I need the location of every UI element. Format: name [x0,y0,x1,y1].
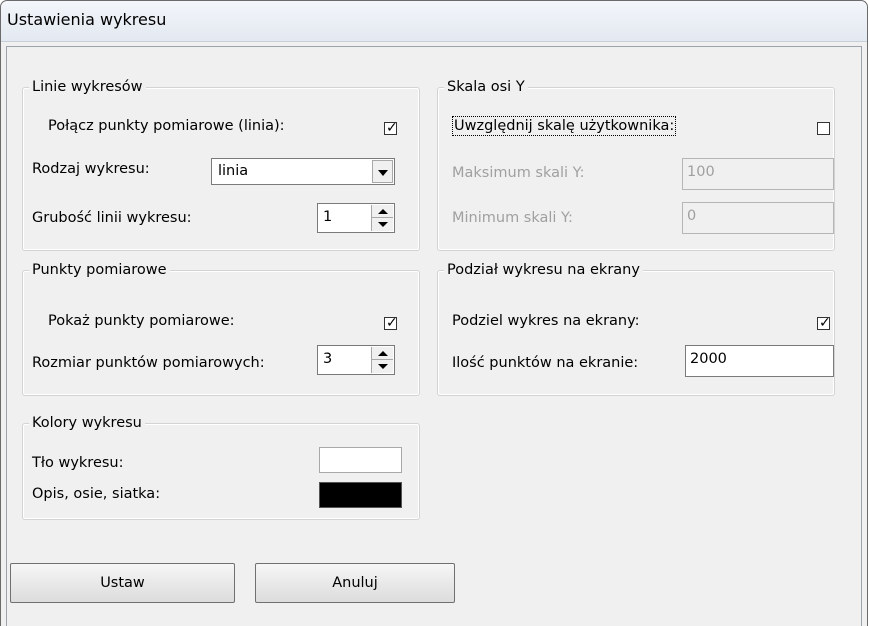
title-bar[interactable]: Ustawienia wykresu [1,1,867,42]
connect-points-checkbox[interactable]: ✓ [384,120,398,136]
line-width-label: Grubość linii wykresu: [32,210,192,226]
lines-group-legend: Linie wykresów [29,79,146,95]
max-scale-input[interactable]: 100 [682,158,834,190]
point-size-value: 3 [323,351,333,367]
chart-type-value: linia [218,163,249,179]
axes-color-label: Opis, osie, siatka: [32,486,161,502]
show-points-checkbox[interactable]: ✓ [384,315,398,331]
spin-down-button[interactable] [372,360,393,373]
min-scale-label: Minimum skali Y: [452,210,573,226]
cancel-button-label: Anuluj [332,575,378,591]
chevron-down-icon [378,170,388,176]
user-scale-label: Uwzględnij skalę użytkownika: [451,116,677,136]
points-group-legend: Punkty pomiarowe [29,262,170,278]
spinner-buttons [371,347,393,373]
split-checkbox[interactable]: ✓ [817,315,831,331]
spin-up-button[interactable] [372,205,393,218]
points-per-screen-value: 2000 [690,351,727,367]
point-size-spinner[interactable]: 3 [317,345,395,375]
max-scale-value: 100 [687,164,715,180]
spin-down-button[interactable] [372,218,393,231]
spinner-buttons [371,205,393,231]
dropdown-button[interactable] [372,160,393,183]
check-mark-icon: ✓ [386,120,398,136]
apply-button-label: Ustaw [100,575,145,591]
max-scale-label: Maksimum skali Y: [452,165,585,181]
check-mark-icon: ✓ [386,315,398,331]
points-per-screen-label: Ilość punktów na ekranie: [452,355,639,371]
chart-type-label: Rodzaj wykresu: [32,161,150,177]
arrow-down-icon [378,364,388,369]
split-label: Podziel wykres na ekrany: [452,313,640,329]
min-scale-input[interactable]: 0 [682,202,834,234]
check-mark-icon: ✓ [819,315,831,331]
line-width-spinner[interactable]: 1 [317,203,395,233]
chart-type-select[interactable]: linia [211,158,395,185]
point-size-label: Rozmiar punktów pomiarowych: [32,355,265,371]
arrow-up-icon [378,351,388,356]
show-points-label: Pokaż punkty pomiarowe: [48,313,235,329]
user-scale-checkbox[interactable] [817,122,830,135]
arrow-down-icon [378,222,388,227]
points-group: Punkty pomiarowe [22,262,420,396]
min-scale-value: 0 [687,208,697,224]
cancel-button[interactable]: Anuluj [255,563,455,603]
points-per-screen-input[interactable]: 2000 [685,345,834,377]
window-title: Ustawienia wykresu [7,10,167,29]
apply-button[interactable]: Ustaw [10,563,235,603]
arrow-up-icon [378,209,388,214]
line-width-value: 1 [323,209,333,225]
background-color-label: Tło wykresu: [32,455,124,471]
connect-points-label: Połącz punkty pomiarowe (linia): [48,118,285,134]
split-group-legend: Podział wykresu na ekrany [444,262,643,278]
colors-group-legend: Kolory wykresu [29,415,145,431]
y-scale-group-legend: Skala osi Y [444,79,528,95]
axes-color-swatch[interactable] [319,482,402,508]
spin-up-button[interactable] [372,347,393,360]
background-color-swatch[interactable] [319,447,402,473]
